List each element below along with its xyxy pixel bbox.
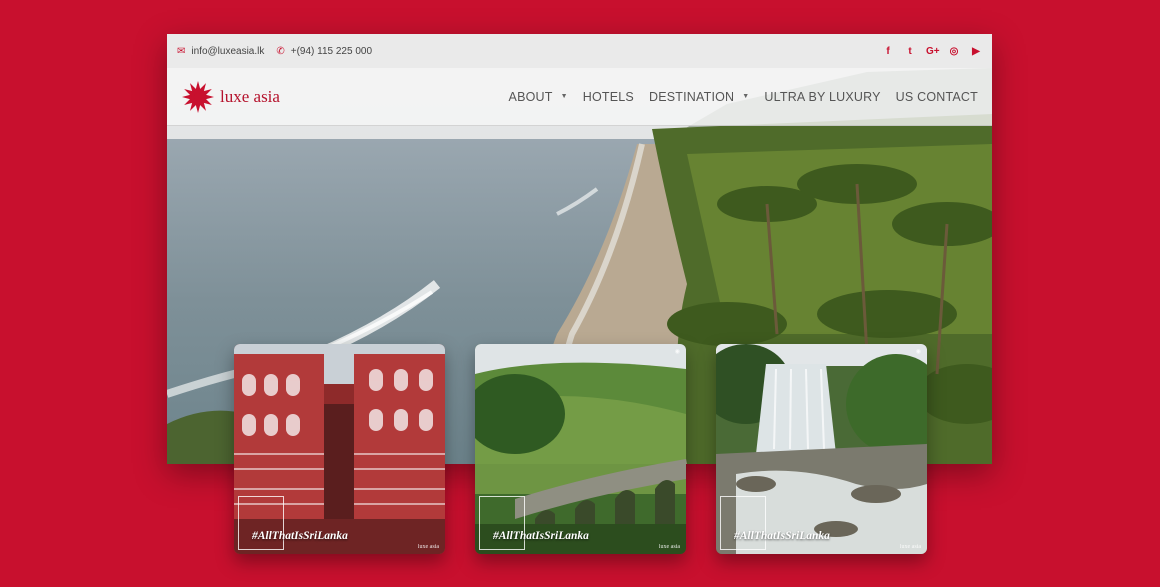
caret-down-icon: ▼	[560, 93, 568, 100]
caret-down-icon: ▼	[742, 93, 750, 100]
nav-item-label: DESTINATION	[648, 89, 735, 104]
brand-watermark: luxe asia	[899, 544, 921, 550]
hashtag-label: #AllThatIsSriLanka	[493, 530, 589, 542]
flower-logo-icon	[182, 80, 214, 113]
envelope-icon: ✉	[177, 45, 186, 57]
nav-item-contact[interactable]: US CONTACT	[896, 90, 978, 104]
nav-item-label: ABOUT	[508, 89, 553, 104]
hashtag-label: #AllThatIsSriLanka	[252, 530, 348, 542]
instagram-cards: #AllThatIsSriLanka luxe asia ◉ #AllThatI…	[0, 344, 1160, 554]
instagram-badge: ◉	[674, 349, 680, 355]
nav-item-hotels[interactable]: HOTELS	[583, 90, 634, 104]
instagram-icon[interactable]: ◎	[948, 46, 960, 57]
instagram-badge: ◉	[915, 349, 921, 355]
phone-icon: ✆	[276, 45, 285, 57]
logo[interactable]: luxe asia	[181, 80, 280, 114]
hashtag-label: #AllThatIsSriLanka	[734, 530, 830, 542]
brand-watermark: luxe asia	[658, 544, 680, 550]
email-contact[interactable]: ✉ info@luxeasia.lk	[177, 46, 264, 57]
main-navbar: luxe asia ABOUT ▼ HOTELS DESTINATION ▼ U…	[167, 68, 992, 126]
email-text[interactable]: info@luxeasia.lk	[191, 46, 264, 57]
photo-card-nine-arch-bridge[interactable]: ◉ #AllThatIsSriLanka luxe asia	[475, 344, 686, 554]
social-links: f t G+ ◎ ▶	[882, 46, 982, 57]
photo-card-waterfall[interactable]: ◉ #AllThatIsSriLanka luxe asia	[716, 344, 927, 554]
nav-item-ultra-by-luxury[interactable]: ULTRA BY LUXURY	[764, 90, 880, 104]
brand-watermark: luxe asia	[417, 544, 439, 550]
youtube-icon[interactable]: ▶	[970, 46, 982, 57]
nav-item-label: HOTELS	[582, 89, 634, 104]
google-plus-icon[interactable]: G+	[926, 46, 940, 57]
top-bar: ✉ info@luxeasia.lk ✆ +(94) 115 225 000 f…	[167, 34, 992, 68]
nav-item-destination[interactable]: DESTINATION ▼	[649, 90, 749, 104]
facebook-icon[interactable]: f	[882, 46, 894, 57]
nav-item-label: US CONTACT	[895, 89, 978, 104]
twitter-icon[interactable]: t	[904, 46, 916, 57]
nav-item-label: ULTRA BY LUXURY	[764, 89, 881, 104]
phone-text[interactable]: +(94) 115 225 000	[291, 46, 372, 57]
photo-card-red-mosque[interactable]: #AllThatIsSriLanka luxe asia	[234, 344, 445, 554]
logo-text: luxe asia	[220, 86, 280, 106]
nav-item-about[interactable]: ABOUT ▼	[509, 90, 568, 104]
phone-contact[interactable]: ✆ +(94) 115 225 000	[276, 46, 372, 57]
nav-menu: ABOUT ▼ HOTELS DESTINATION ▼ ULTRA BY LU…	[509, 90, 978, 104]
